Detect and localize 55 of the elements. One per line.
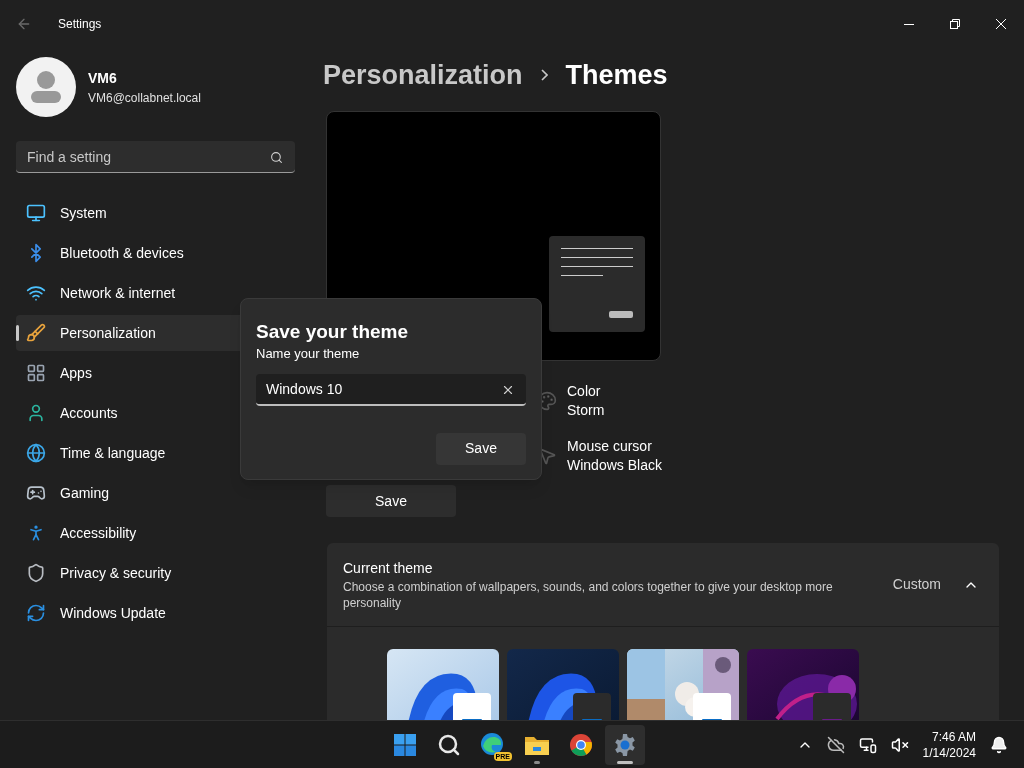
nav-item[interactable]: Time & language [16, 435, 295, 471]
network-icon[interactable] [858, 735, 877, 754]
theme-name-field[interactable]: Windows 10 [256, 373, 526, 406]
date: 1/14/2024 [922, 744, 976, 761]
setting-row[interactable]: Color Storm [567, 382, 605, 420]
breadcrumb-parent[interactable]: Personalization [323, 54, 523, 96]
dialog-save-button[interactable]: Save [436, 432, 526, 465]
setting-value: Windows Black [567, 456, 662, 475]
setting-title: Color [567, 382, 602, 401]
setting-row[interactable]: Mouse cursor Windows Black [567, 437, 662, 475]
card-description: Choose a combination of wallpapers, sounds, and colors together to give your desktop more personality [343, 579, 834, 611]
browser-icon[interactable] [480, 731, 504, 756]
nav-item[interactable]: Accessibility [16, 515, 295, 551]
gear-icon[interactable] [613, 732, 637, 757]
theme-value: Custom [892, 575, 941, 594]
avatar[interactable] [16, 57, 76, 117]
search-field[interactable]: Find a setting [16, 141, 295, 173]
accounts-icon [26, 403, 46, 423]
nav-item[interactable]: Gaming [16, 475, 295, 511]
window-title: Settings [58, 16, 102, 33]
start-icon[interactable] [393, 732, 417, 757]
taskbar-button[interactable] [605, 724, 645, 765]
nav-item[interactable]: Network & internet [16, 275, 295, 311]
profile-name: VM6 [88, 68, 118, 88]
chevron-icon [540, 69, 548, 81]
minimize-icon[interactable] [904, 23, 914, 25]
page-title: Themes [565, 58, 668, 92]
nav-item[interactable]: System [16, 195, 295, 231]
back-icon[interactable] [16, 16, 32, 32]
card-title: Current theme [343, 559, 434, 578]
close-icon[interactable] [996, 19, 1006, 29]
search-icon[interactable] [437, 732, 461, 757]
search-icon[interactable] [270, 151, 283, 164]
clock[interactable]: 7:46 AM 1/14/2024 [922, 728, 976, 761]
update-icon [26, 603, 46, 623]
chrome-icon[interactable] [569, 732, 593, 757]
restore-icon[interactable] [950, 19, 960, 29]
gaming-icon [26, 483, 46, 503]
nav-item[interactable]: Windows Update [16, 595, 295, 631]
system-icon [26, 203, 46, 223]
setting-value: Storm [567, 401, 605, 420]
mute-icon[interactable] [890, 735, 909, 754]
privacy-icon [26, 563, 46, 583]
network-icon [26, 283, 46, 303]
apps-icon [26, 363, 46, 383]
cloud-off-icon[interactable] [826, 735, 845, 754]
setting-title: Mouse cursor [567, 437, 653, 456]
nav-item[interactable]: Bluetooth & devices [16, 235, 295, 271]
notification-icon[interactable] [990, 735, 1008, 754]
time-icon [26, 443, 46, 463]
time: 7:46 AM [930, 728, 976, 745]
profile-email: VM6@collabnet.local [88, 89, 201, 107]
personalization-icon [26, 323, 46, 343]
nav-item[interactable]: Privacy & security [16, 555, 295, 591]
save-button[interactable]: Save [326, 485, 456, 517]
